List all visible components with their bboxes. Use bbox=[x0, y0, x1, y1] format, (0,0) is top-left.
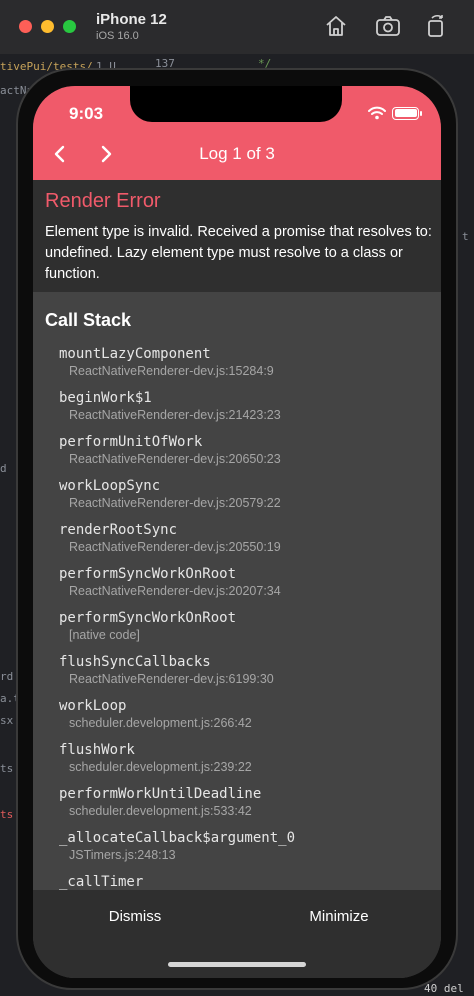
stack-frame[interactable]: flushWork scheduler.development.js:239:22 bbox=[59, 742, 252, 775]
stack-frame[interactable]: workLoop scheduler.development.js:266:42 bbox=[59, 698, 252, 731]
stack-frame[interactable]: renderRootSync ReactNativeRenderer-dev.js… bbox=[59, 522, 281, 555]
iphone-screen: 9:03 Log 1 of 3 Render Error Element typ… bbox=[33, 86, 441, 978]
stack-frame-function: mountLazyComponent bbox=[59, 346, 211, 362]
stack-frame-location: scheduler.development.js:533:42 bbox=[69, 804, 252, 818]
stack-frame-location: ReactNativeRenderer-dev.js:20550:19 bbox=[69, 540, 281, 554]
stack-frame[interactable]: _callTimer bbox=[59, 874, 143, 890]
status-icons bbox=[368, 106, 422, 120]
stack-frame-location: ReactNativeRenderer-dev.js:15284:9 bbox=[69, 364, 274, 378]
call-stack-title: Call Stack bbox=[45, 310, 132, 330]
stack-frame-function: performWorkUntilDeadline bbox=[59, 786, 262, 802]
stack-frame[interactable]: performUnitOfWork ReactNativeRenderer-dev… bbox=[59, 434, 281, 467]
stack-frame-function: flushSyncCallbacks bbox=[59, 654, 211, 670]
stack-frame-function: renderRootSync bbox=[59, 522, 178, 538]
stack-frame-location: scheduler.development.js:239:22 bbox=[69, 760, 252, 774]
stack-frame-function: performUnitOfWork bbox=[59, 434, 203, 450]
rotate-icon[interactable] bbox=[423, 14, 449, 38]
stack-frame-location: [native code] bbox=[69, 628, 140, 642]
minimize-window-button[interactable] bbox=[41, 20, 54, 33]
stack-frame[interactable]: performSyncWorkOnRoot [native code] bbox=[59, 610, 236, 643]
call-stack-section[interactable]: Call Stack mountLazyComponent ReactNative… bbox=[33, 294, 441, 890]
home-icon[interactable] bbox=[323, 14, 349, 38]
editor-fragment: 40 del bbox=[424, 982, 464, 995]
editor-fragment: d bbox=[0, 462, 7, 475]
stack-frame[interactable]: workLoopSync ReactNativeRenderer-dev.js:2… bbox=[59, 478, 281, 511]
stack-frame[interactable]: performSyncWorkOnRoot ReactNativeRenderer… bbox=[59, 566, 281, 599]
stack-frame[interactable]: beginWork$1 ReactNativeRenderer-dev.js:21… bbox=[59, 390, 281, 423]
editor-fragment: sx bbox=[0, 714, 14, 727]
stack-frame-location: scheduler.development.js:266:42 bbox=[69, 716, 252, 730]
zoom-window-button[interactable] bbox=[63, 20, 76, 33]
simulator-titlebar: iPhone 12 iOS 16.0 bbox=[0, 0, 474, 54]
error-title: Render Error bbox=[45, 190, 161, 212]
stack-frame[interactable]: flushSyncCallbacks ReactNativeRenderer-de… bbox=[59, 654, 274, 687]
screenshot-icon[interactable] bbox=[375, 14, 401, 38]
stack-frame-function: flushWork bbox=[59, 742, 135, 758]
stack-frame[interactable]: performWorkUntilDeadline scheduler.develo… bbox=[59, 786, 261, 819]
status-time: 9:03 bbox=[69, 104, 104, 123]
minimize-button[interactable]: Minimize bbox=[237, 908, 441, 925]
editor-fragment: ts bbox=[0, 808, 14, 821]
dismiss-button[interactable]: Dismiss bbox=[33, 908, 237, 925]
stack-frame[interactable]: mountLazyComponent ReactNativeRenderer-de… bbox=[59, 346, 274, 379]
stack-frame-function: performSyncWorkOnRoot bbox=[59, 610, 237, 626]
stack-frame-location: JSTimers.js:248:13 bbox=[69, 848, 176, 862]
simulator-os-version: iOS 16.0 bbox=[96, 30, 139, 42]
notch bbox=[130, 86, 342, 122]
home-indicator bbox=[168, 962, 306, 967]
editor-fragment: rd bbox=[0, 670, 14, 683]
stack-frame-location: ReactNativeRenderer-dev.js:20207:34 bbox=[69, 584, 281, 598]
stack-frame-function: workLoopSync bbox=[59, 478, 161, 494]
logbox-footer: Dismiss Minimize bbox=[33, 890, 441, 978]
battery-icon bbox=[392, 106, 422, 120]
log-counter-title: Log 1 of 3 bbox=[199, 144, 275, 163]
stack-frame-function: performSyncWorkOnRoot bbox=[59, 566, 237, 582]
editor-fragment: t bbox=[462, 230, 469, 243]
close-window-button[interactable] bbox=[19, 20, 32, 33]
simulator-device-name: iPhone 12 bbox=[96, 11, 167, 28]
wifi-icon bbox=[368, 106, 386, 120]
stack-frame-function: beginWork$1 bbox=[59, 390, 152, 406]
stack-frame-location: ReactNativeRenderer-dev.js:21423:23 bbox=[69, 408, 281, 422]
error-message: Element type is invalid. Received a prom… bbox=[45, 224, 432, 282]
stack-frame-function: _allocateCallback$argument_0 bbox=[59, 830, 296, 846]
stack-frame-function: workLoop bbox=[59, 698, 127, 714]
stack-frame-function: _callTimer bbox=[59, 874, 144, 890]
editor-fragment: ts bbox=[0, 762, 14, 775]
stack-frame-location: ReactNativeRenderer-dev.js:20579:22 bbox=[69, 496, 281, 510]
stack-frame[interactable]: _allocateCallback$argument_0 JSTimers.js:… bbox=[59, 830, 295, 863]
stack-frame-location: ReactNativeRenderer-dev.js:20650:23 bbox=[69, 452, 281, 466]
stack-frame-location: ReactNativeRenderer-dev.js:6199:30 bbox=[69, 672, 274, 686]
